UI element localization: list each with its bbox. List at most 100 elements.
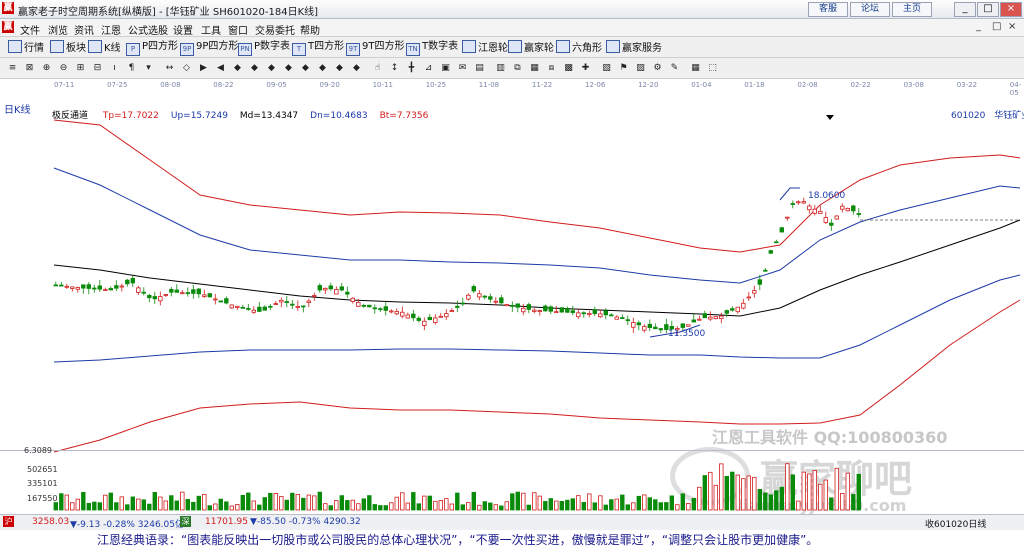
drawing-tool-icon[interactable]: ◆	[350, 62, 363, 75]
drawing-tool-icon[interactable]: ≡	[6, 62, 19, 75]
drawing-tool-icon[interactable]: ◆	[231, 62, 244, 75]
t-table-icon: TN	[406, 43, 420, 56]
menu-item-9[interactable]: 帮助	[300, 22, 320, 37]
date-tick: 04-05	[1009, 81, 1022, 97]
date-tick: 01-04	[691, 81, 712, 89]
drawing-tool-icon[interactable]: ◀	[214, 62, 227, 75]
title-bar: 赢 赢家老子时空周期系统[纵横版] - [华钰矿业 SH601020-184日K…	[0, 0, 1024, 19]
drawing-tool-icon[interactable]: ⚑	[617, 62, 630, 75]
drawing-tool-icon[interactable]: ▨	[634, 62, 647, 75]
menu-bar: 赢 文件 浏览 资讯 江恩 公式选股 设置 工具 窗口 交易委托 帮助 _ □ ×	[0, 19, 1024, 37]
toolbar-label: P数字表	[254, 41, 291, 52]
gann-wheel-icon	[462, 40, 476, 53]
menu-item-4[interactable]: 公式选股	[128, 22, 168, 37]
toolbar-button-1[interactable]: 板块	[50, 40, 86, 54]
maximize-button[interactable]: □	[977, 2, 999, 17]
drawing-tool-icon[interactable]: ⧉	[511, 62, 524, 75]
drawing-tool-icon[interactable]: ✚	[579, 62, 592, 75]
toolbar-button-7[interactable]: 9T 9T四方形	[346, 40, 404, 56]
minimize-button[interactable]: _	[954, 2, 976, 17]
drawing-tool-icon[interactable]: ▥	[494, 62, 507, 75]
drawing-tool-icon[interactable]: ⊠	[23, 62, 36, 75]
forum-button[interactable]: 论坛	[850, 2, 890, 17]
service-button[interactable]: 客服	[808, 2, 848, 17]
menu-item-1[interactable]: 浏览	[48, 22, 68, 37]
indicator-value: Md=13.4347	[239, 111, 299, 121]
drawing-tool-icon[interactable]: ◆	[316, 62, 329, 75]
drawing-tool-icon[interactable]: ⊞	[74, 62, 87, 75]
toolbar-label: T数字表	[422, 41, 459, 52]
child-restore-button[interactable]: □	[992, 21, 1001, 32]
toolbar-button-8[interactable]: TN T数字表	[406, 40, 459, 56]
drawing-tool-icon[interactable]: ╋	[405, 62, 418, 75]
drawing-tool-icon[interactable]: ▾	[142, 62, 155, 75]
drawing-tool-icon[interactable]: ▤	[473, 62, 486, 75]
menu-item-5[interactable]: 设置	[173, 22, 193, 37]
drawing-tool-icon[interactable]: ⧈	[545, 62, 558, 75]
homepage-button[interactable]: 主页	[892, 2, 932, 17]
close-button[interactable]: ×	[1000, 2, 1022, 17]
menu-item-3[interactable]: 江恩	[101, 22, 121, 37]
date-tick: 12-20	[638, 81, 659, 89]
sz-index[interactable]: 11701.95	[205, 517, 248, 527]
drawing-tool-icon[interactable]: ▣	[439, 62, 452, 75]
drawing-tool-icon[interactable]: ◇	[180, 62, 193, 75]
drawing-tool-icon[interactable]: ⬚	[706, 62, 719, 75]
toolbar-button-5[interactable]: PN P数字表	[238, 40, 291, 56]
menu-item-8[interactable]: 交易委托	[255, 22, 295, 37]
drawing-tool-icon[interactable]: ⊕	[40, 62, 53, 75]
drawing-tool-icon[interactable]: ↕	[388, 62, 401, 75]
drawing-tool-icon[interactable]: ◆	[299, 62, 312, 75]
drawing-tool-icon[interactable]: ↔	[163, 62, 176, 75]
toolbar-button-9[interactable]: 江恩轮	[462, 40, 508, 54]
toolbar-label: 赢家轮	[524, 43, 554, 54]
toolbar-label: K线	[104, 43, 121, 54]
toolbar-button-2[interactable]: K线	[88, 40, 121, 54]
toolbar-label: 赢家服务	[622, 43, 662, 54]
drawing-tool-icon[interactable]: ▦	[528, 62, 541, 75]
indicator-value: Tp=17.7022	[102, 111, 159, 121]
drawing-tool-icon[interactable]: ▧	[600, 62, 613, 75]
drawing-tool-icon[interactable]: ✉	[456, 62, 469, 75]
drawing-tool-icon[interactable]: ⊿	[422, 62, 435, 75]
drawing-tool-icon[interactable]: ⊟	[91, 62, 104, 75]
toolbar-button-3[interactable]: P P四方形	[126, 40, 178, 56]
forum-watermark: 赢家聊吧	[760, 457, 913, 501]
stock-name: 华钰矿业	[994, 111, 1024, 121]
drawing-tool-icon[interactable]: ¶	[125, 62, 138, 75]
p-table-icon: PN	[238, 43, 252, 56]
toolbar-button-12[interactable]: 赢家服务	[606, 40, 662, 54]
drawing-tool-icon[interactable]: ▩	[562, 62, 575, 75]
toolbar-button-0[interactable]: 行情	[8, 40, 44, 54]
grid-icon	[8, 40, 22, 53]
blocks-icon	[50, 40, 64, 53]
drawing-tool-icon[interactable]: ◆	[282, 62, 295, 75]
drawing-tool-icon[interactable]: ☝	[371, 62, 384, 75]
menu-item-0[interactable]: 文件	[20, 22, 40, 37]
toolbar-button-6[interactable]: T T四方形	[292, 40, 344, 56]
drawing-tool-icon[interactable]: ▦	[689, 62, 702, 75]
drawing-tool-icon[interactable]: ✎	[668, 62, 681, 75]
drawing-tool-icon[interactable]: ◆	[333, 62, 346, 75]
menu-item-2[interactable]: 资讯	[74, 22, 94, 37]
child-minimize-button[interactable]: _	[976, 21, 981, 32]
drawing-tool-icon[interactable]: ◆	[248, 62, 261, 75]
toolbar-button-4[interactable]: 9P 9P四方形	[180, 40, 238, 56]
toolbar-button-11[interactable]: 六角形	[556, 40, 602, 54]
indicator-value: Bt=7.7356	[379, 111, 429, 121]
date-tick: 09-05	[266, 81, 287, 89]
gann-quote: 江恩经典语录：“图表能反映出一切股市或公司股民的总体心理状况”，“不要一次性买进…	[97, 533, 819, 547]
drawing-tool-icon[interactable]: ı	[108, 62, 121, 75]
drawing-tool-icon[interactable]: ⊖	[57, 62, 70, 75]
drawing-tool-icon[interactable]: ◆	[265, 62, 278, 75]
menu-item-7[interactable]: 窗口	[228, 22, 248, 37]
menu-item-6[interactable]: 工具	[201, 22, 221, 37]
drawing-tool-icon[interactable]: ⚙	[651, 62, 664, 75]
drawing-tool-icon[interactable]: ▶	[197, 62, 210, 75]
date-tick: 07-25	[107, 81, 128, 89]
child-close-button[interactable]: ×	[1008, 21, 1016, 32]
t-square-icon: T	[292, 43, 306, 56]
status-right-label: 收601020日线	[925, 520, 987, 530]
toolbar-button-10[interactable]: 赢家轮	[508, 40, 554, 54]
sh-index[interactable]: 3258.03	[32, 517, 69, 527]
